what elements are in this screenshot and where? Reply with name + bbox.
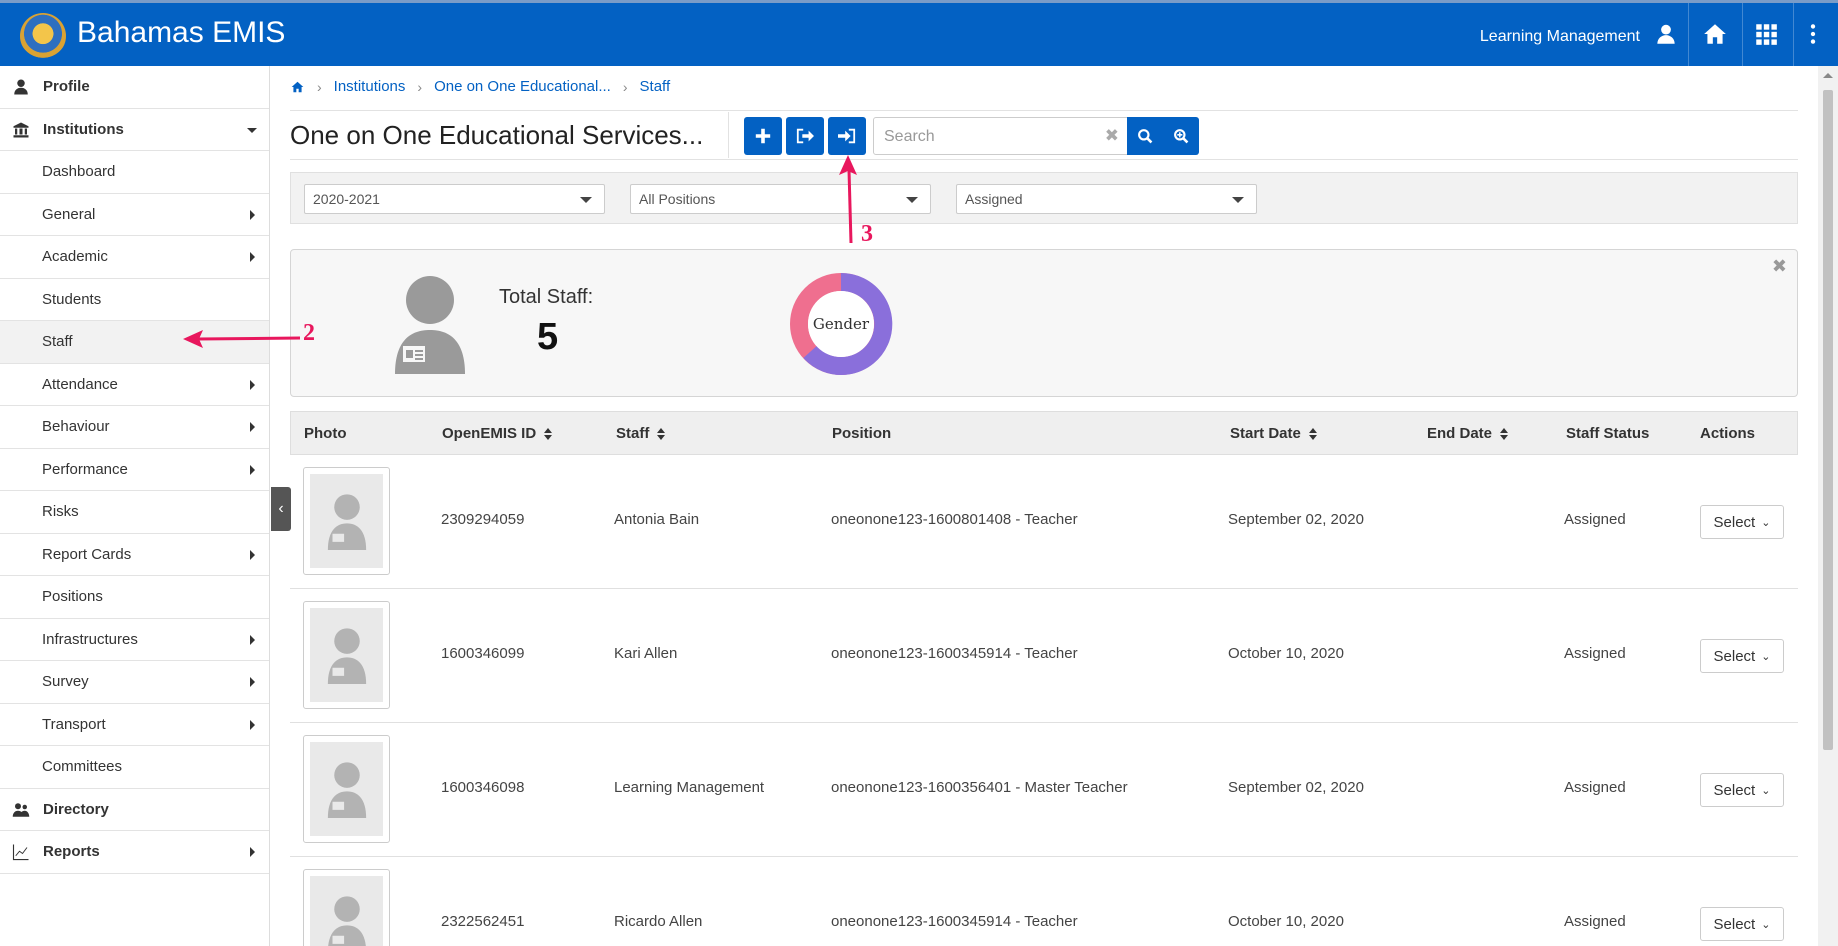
- annotation-number-2: 2: [303, 320, 315, 346]
- annotation-arrow-3: [839, 155, 857, 244]
- scrollbar-thumb[interactable]: [1823, 90, 1833, 750]
- annotation-number-3: 3: [861, 221, 873, 247]
- annotation-arrow-2: [183, 330, 301, 348]
- page-scrollbar[interactable]: [1818, 66, 1838, 946]
- annotation-layer: [183, 155, 857, 348]
- scroll-up-icon[interactable]: [1823, 73, 1833, 78]
